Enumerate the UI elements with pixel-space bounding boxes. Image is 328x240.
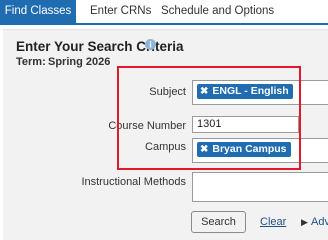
search-button[interactable]: Search xyxy=(191,211,246,233)
tab-schedule-options[interactable]: Schedule and Options xyxy=(161,0,274,23)
page-title: Enter Your Search Criteria xyxy=(16,39,184,54)
info-icon[interactable] xyxy=(145,39,156,50)
term-label: Term: xyxy=(16,56,46,68)
highlight-annotation-box xyxy=(117,66,301,170)
clear-link[interactable]: Clear xyxy=(260,216,286,228)
tab-find-classes[interactable]: Find Classes xyxy=(0,0,76,23)
chevron-right-icon: ▶ xyxy=(301,217,308,227)
advanced-search-link[interactable]: Adva xyxy=(311,216,328,228)
instructional-methods-label: Instructional Methods xyxy=(81,176,186,188)
term-value: Spring 2026 xyxy=(48,56,111,68)
tab-bar: Find Classes Enter CRNs Schedule and Opt… xyxy=(0,0,328,25)
tab-enter-crns[interactable]: Enter CRNs xyxy=(90,0,151,23)
instructional-methods-input[interactable] xyxy=(192,172,328,202)
